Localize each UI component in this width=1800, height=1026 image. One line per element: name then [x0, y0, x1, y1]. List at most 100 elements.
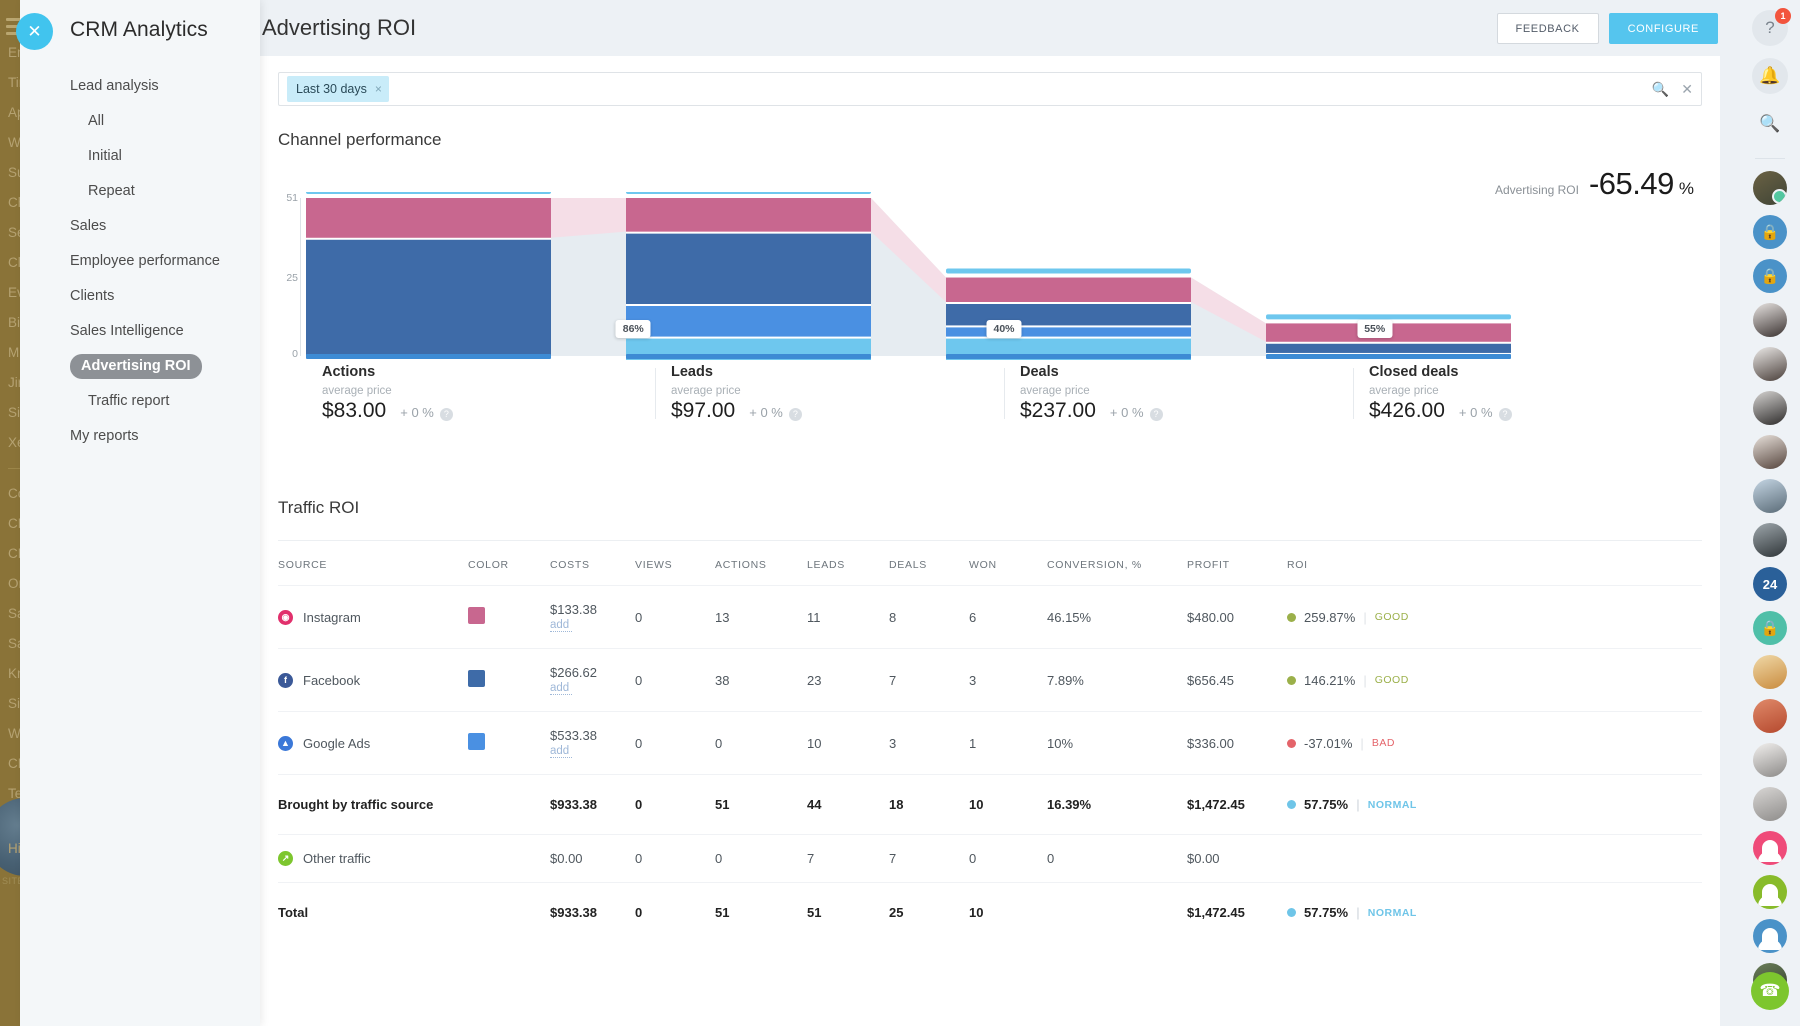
search-icon[interactable]: 🔍	[1652, 81, 1669, 98]
sidebar-item-clients[interactable]: Clients	[20, 279, 260, 314]
column-header[interactable]: COSTS	[550, 541, 635, 586]
stage-average-price: $426.00	[1369, 399, 1445, 423]
help-icon[interactable]: ?	[789, 408, 802, 421]
add-cost-link[interactable]: add	[550, 682, 572, 695]
status-dot	[1287, 613, 1296, 622]
cell-roi: 259.87%|GOOD	[1287, 586, 1702, 649]
table-row[interactable]: Brought by traffic source$933.3805144181…	[278, 775, 1702, 835]
sidebar-item-advertising-roi[interactable]: Advertising ROI	[70, 354, 202, 379]
avatar[interactable]	[1753, 655, 1787, 689]
sidebar-item-sales[interactable]: Sales	[20, 209, 260, 244]
sidebar-item-initial[interactable]: Initial	[20, 139, 260, 174]
sidebar-item-lead-analysis[interactable]: Lead analysis	[20, 69, 260, 104]
column-header[interactable]: PROFIT	[1187, 541, 1287, 586]
color-swatch[interactable]	[468, 733, 485, 750]
sidebar-item-repeat[interactable]: Repeat	[20, 174, 260, 209]
phone-icon[interactable]: ☎	[1751, 972, 1789, 1010]
table-row[interactable]: Total$933.38051512510$1,472.4557.75%|NOR…	[278, 883, 1702, 943]
filter-chip-date-range[interactable]: Last 30 days ×	[287, 76, 389, 102]
person-icon	[1762, 884, 1778, 900]
lock-avatar[interactable]: 🔒	[1753, 611, 1787, 645]
funnel-segment	[946, 327, 1191, 336]
column-header[interactable]: CONVERSION, %	[1047, 541, 1187, 586]
column-header[interactable]: LEADS	[807, 541, 889, 586]
avatar[interactable]	[1753, 699, 1787, 733]
help-icon[interactable]: ?	[440, 408, 453, 421]
funnel-base	[626, 354, 871, 359]
funnel-segment	[626, 306, 871, 337]
source-name: Brought by traffic source	[278, 797, 433, 812]
counter-avatar[interactable]: 24	[1753, 567, 1787, 601]
table-row[interactable]: ▲Google Ads$533.38add00103110%$336.00-37…	[278, 712, 1702, 775]
avatar[interactable]	[1753, 523, 1787, 557]
avatar[interactable]	[1753, 347, 1787, 381]
person-avatar[interactable]	[1753, 831, 1787, 865]
feedback-button[interactable]: FEEDBACK	[1497, 13, 1599, 44]
search-icon[interactable]: 🔍	[1752, 106, 1788, 142]
column-header[interactable]: WON	[969, 541, 1047, 586]
funnel-base	[1266, 354, 1511, 359]
avatar[interactable]	[1753, 479, 1787, 513]
lock-avatar[interactable]: 🔒	[1753, 215, 1787, 249]
column-header[interactable]: ACTIONS	[715, 541, 807, 586]
cell-deals: 25	[889, 883, 969, 943]
column-header[interactable]: SOURCE	[278, 541, 468, 586]
help-icon[interactable]: ?	[1499, 408, 1512, 421]
person-avatar[interactable]	[1753, 875, 1787, 909]
filter-chip-label: Last 30 days	[296, 82, 367, 96]
lock-icon: 🔒	[1761, 619, 1780, 637]
avatar[interactable]	[1753, 435, 1787, 469]
sidebar-item-employee-performance[interactable]: Employee performance	[20, 244, 260, 279]
stage-sub-label: average price	[322, 385, 655, 397]
other-traffic-icon: ↗	[278, 851, 293, 866]
help-icon[interactable]: ? 1	[1752, 10, 1788, 46]
cell-profit: $480.00	[1187, 586, 1287, 649]
cell-leads: 51	[807, 883, 889, 943]
sidebar-item-wrap: Advertising ROI	[20, 349, 260, 384]
add-cost-link[interactable]: add	[550, 619, 572, 632]
avatar[interactable]	[1753, 171, 1787, 205]
close-icon[interactable]: ✕	[1681, 81, 1693, 98]
table-row[interactable]: ◉Instagram$133.38add013118646.15%$480.00…	[278, 586, 1702, 649]
cell-source: ◉Instagram	[278, 586, 468, 649]
help-icon[interactable]: ?	[1150, 408, 1163, 421]
table-body: ◉Instagram$133.38add013118646.15%$480.00…	[278, 586, 1702, 943]
filter-search-box[interactable]: Last 30 days × 🔍 ✕	[278, 72, 1702, 106]
funnel-chart: Advertising ROI -65.49 % 02551 86%40%55%…	[278, 164, 1702, 464]
sidebar-item-sales-intelligence[interactable]: Sales Intelligence	[20, 314, 260, 349]
chip-close-icon[interactable]: ×	[375, 82, 382, 96]
column-header[interactable]: DEALS	[889, 541, 969, 586]
roi-separator: |	[1363, 610, 1366, 625]
bell-icon[interactable]: 🔔	[1752, 58, 1788, 94]
column-header[interactable]: VIEWS	[635, 541, 715, 586]
person-avatar[interactable]	[1753, 919, 1787, 953]
column-header[interactable]: ROI	[1287, 541, 1702, 586]
table-row[interactable]: fFacebook$266.62add03823737.89%$656.4514…	[278, 649, 1702, 712]
cell-color	[468, 712, 550, 775]
avatar[interactable]	[1753, 743, 1787, 777]
funnel-stage: Closed dealsaverage price$426.00+ 0 %?	[1353, 364, 1702, 423]
color-swatch[interactable]	[468, 607, 485, 624]
avatar[interactable]	[1753, 391, 1787, 425]
sidebar-item-all[interactable]: All	[20, 104, 260, 139]
column-header[interactable]: COLOR	[468, 541, 550, 586]
sidebar-item-traffic-report[interactable]: Traffic report	[20, 384, 260, 419]
add-cost-link[interactable]: add	[550, 745, 572, 758]
color-swatch[interactable]	[468, 670, 485, 687]
configure-button[interactable]: CONFIGURE	[1609, 13, 1718, 44]
funnel-stage-list: Actionsaverage price$83.00+ 0 %?Leadsave…	[306, 364, 1702, 423]
stage-name: Leads	[671, 364, 1004, 380]
cell-actions: 38	[715, 649, 807, 712]
sidebar-item-my-reports[interactable]: My reports	[20, 419, 260, 454]
funnel-base	[306, 354, 551, 359]
funnel-segment	[626, 198, 871, 232]
close-icon[interactable]: ✕	[16, 13, 53, 50]
cell-profit: $656.45	[1187, 649, 1287, 712]
funnel-segment	[1266, 323, 1511, 341]
traffic-roi-table-wrap: SOURCECOLORCOSTSVIEWSACTIONSLEADSDEALSWO…	[278, 540, 1702, 942]
lock-avatar[interactable]: 🔒	[1753, 259, 1787, 293]
table-row[interactable]: ↗Other traffic$0.00007700$0.00	[278, 835, 1702, 883]
avatar[interactable]	[1753, 787, 1787, 821]
avatar[interactable]	[1753, 303, 1787, 337]
cell-conversion: 10%	[1047, 712, 1187, 775]
